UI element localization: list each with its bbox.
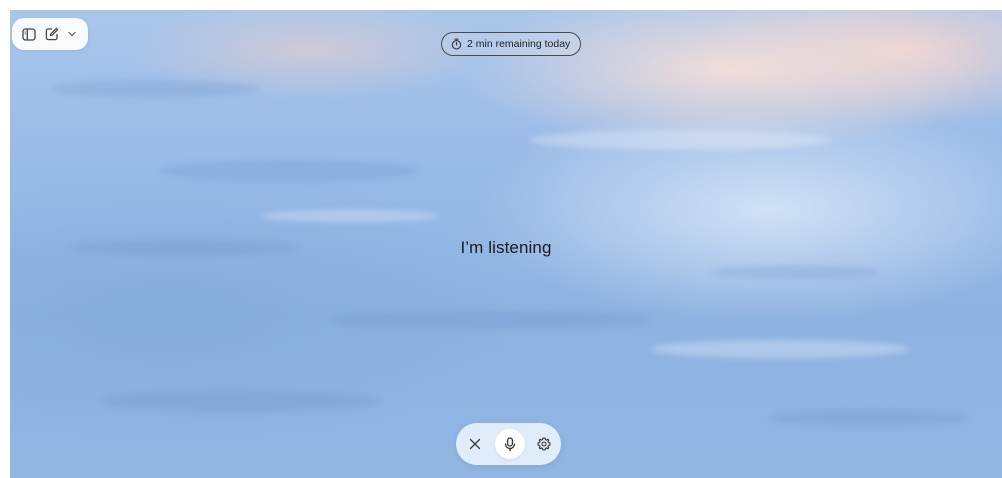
stopwatch-icon [451,38,462,50]
microphone-button[interactable] [494,429,525,459]
gear-icon [537,437,551,451]
microphone-icon [504,436,515,451]
sidebar-toggle-icon [22,27,36,41]
water-ripple [650,340,910,358]
edit-icon [45,27,59,41]
water-ripple [160,160,420,182]
water-ripple [260,210,440,222]
voice-controls-bar [456,423,561,465]
sidebar-toggle-button[interactable] [22,27,36,41]
listening-status: I’m listening [460,238,552,257]
model-dropdown-button[interactable] [68,31,76,37]
time-remaining-label: 2 min remaining today [467,38,571,50]
close-button[interactable] [466,435,484,453]
voice-mode-screen: 2 min remaining today I’m listening [10,10,1002,478]
water-ripple [770,410,970,426]
close-icon [469,438,481,450]
settings-button[interactable] [535,435,553,453]
time-remaining-badge: 2 min remaining today [441,32,582,56]
chevron-down-icon [68,31,76,37]
water-ripple [100,390,380,412]
water-ripple [50,80,260,98]
water-ripple [710,265,880,279]
water-ripple [530,130,830,150]
water-ripple [330,310,650,330]
new-chat-button[interactable] [45,27,59,41]
top-left-toolbar [12,18,88,50]
